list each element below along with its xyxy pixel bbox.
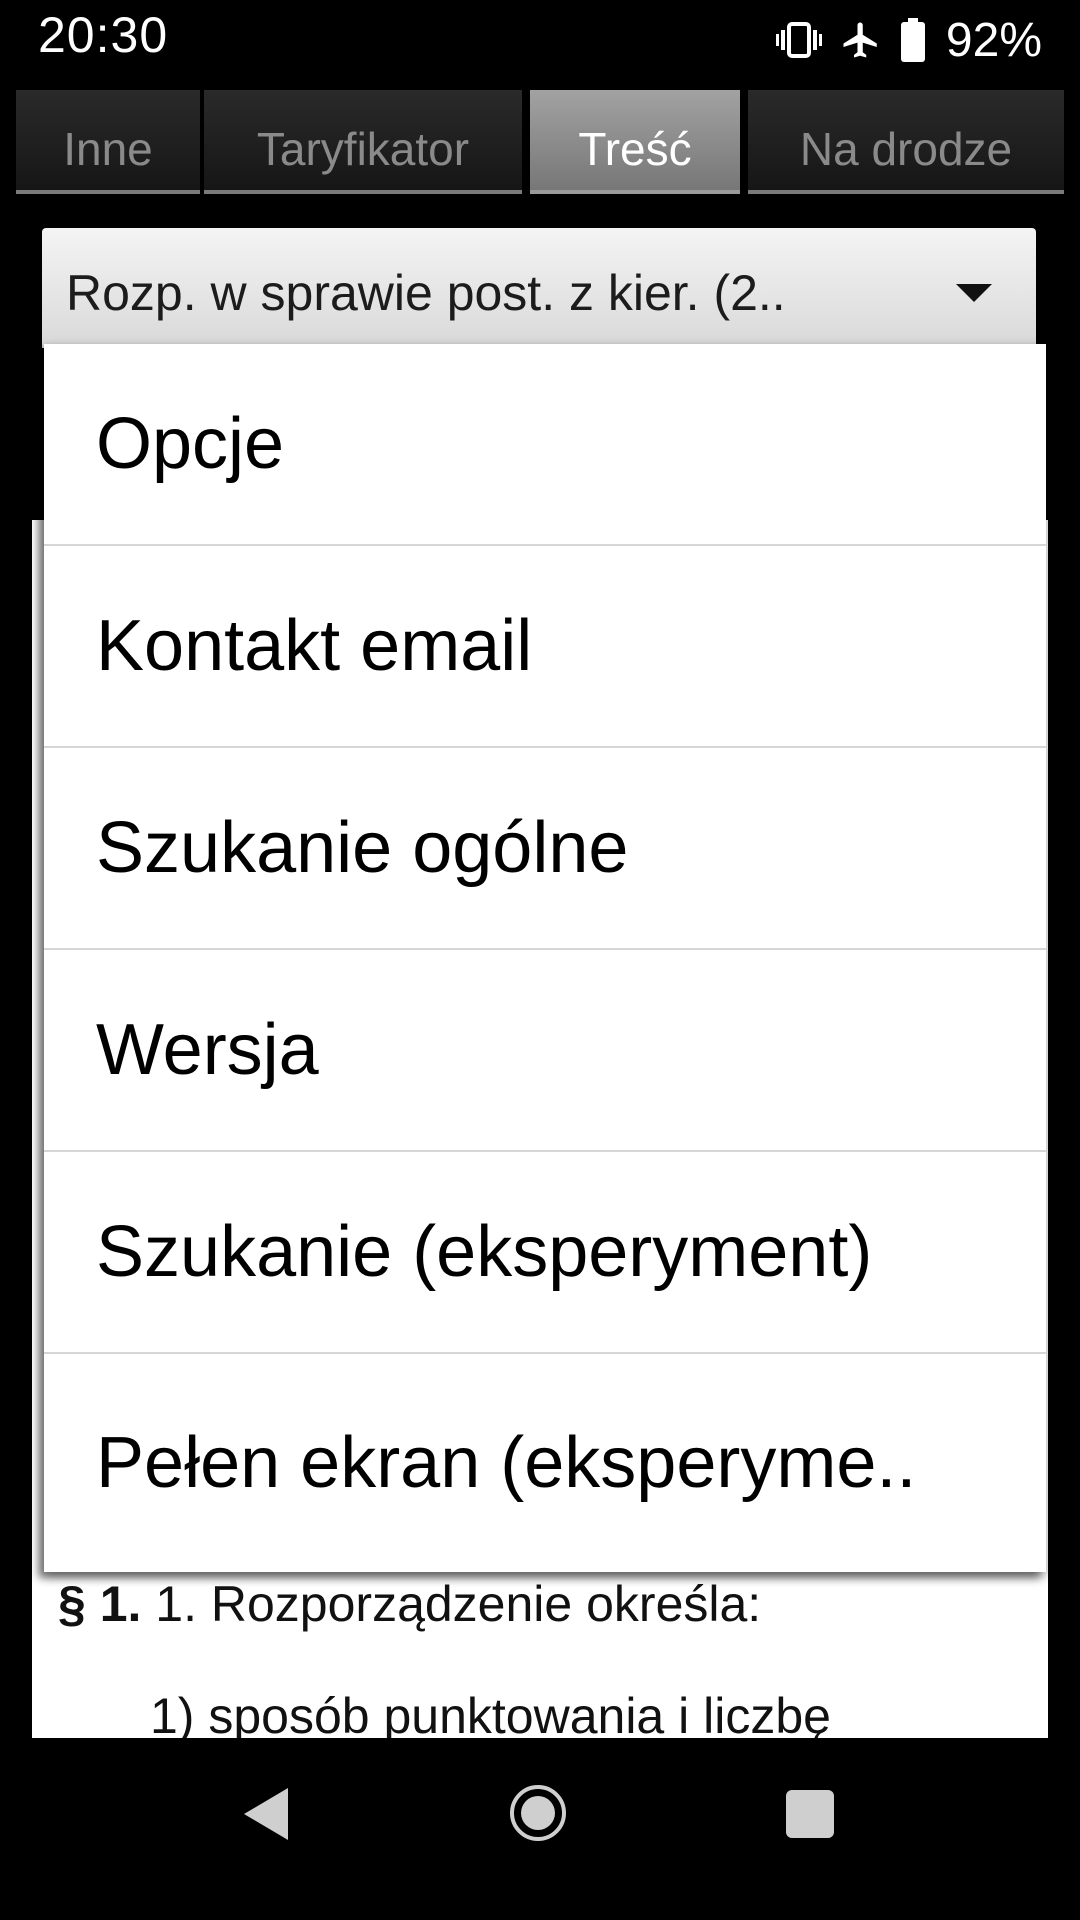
home-icon[interactable] [510, 1785, 566, 1841]
menu-item-wersja[interactable]: Wersja [44, 950, 1046, 1152]
menu-item-szukanie-ogolne[interactable]: Szukanie ogólne [44, 748, 1046, 950]
status-icons: 92% [775, 12, 1042, 68]
document-spinner[interactable]: Rozp. w sprawie post. z kier. (2.. [42, 228, 1036, 348]
status-time: 20:30 [38, 7, 169, 63]
menu-item-pelen-ekran[interactable]: Pełen ekran (eksperyme.. [44, 1354, 1046, 1572]
menu-item-kontakt-email[interactable]: Kontakt email [44, 546, 1046, 748]
vibrate-icon [775, 20, 822, 60]
content-line-1-text: 1. Rozporządzenie określa: [141, 1576, 762, 1632]
section-marker: § 1. [58, 1576, 142, 1632]
dropdown-arrow-icon [956, 284, 992, 302]
status-bar: 20:30 92% [0, 0, 1080, 80]
tab-bar: Inne Taryfikator Treść Na drodze [16, 90, 1064, 204]
menu-item-opcje[interactable]: Opcje [44, 344, 1046, 546]
battery-percent: 92% [945, 13, 1042, 67]
screen: 20:30 92% Inne Taryfikator Treść Na drod… [0, 0, 1080, 1920]
options-menu: Opcje Kontakt email Szukanie ogólne Wers… [44, 344, 1046, 1572]
menu-item-szukanie-eksperyment[interactable]: Szukanie (eksperyment) [44, 1152, 1046, 1354]
navigation-bar [0, 1738, 1080, 1920]
content-line-2: 1) sposób punktowania i liczbę [150, 1688, 831, 1738]
airplane-mode-icon [840, 19, 882, 61]
back-icon[interactable] [244, 1788, 288, 1840]
tab-na-drodze[interactable]: Na drodze [748, 90, 1064, 194]
tab-tresc[interactable]: Treść [530, 90, 740, 194]
tab-taryfikator[interactable]: Taryfikator [204, 90, 522, 194]
battery-icon [900, 18, 926, 62]
tab-inne[interactable]: Inne [16, 90, 200, 194]
content-paragraph-1: § 1. 1. Rozporządzenie określa: [58, 1575, 761, 1633]
recents-icon[interactable] [786, 1790, 834, 1838]
spinner-selected-text: Rozp. w sprawie post. z kier. (2.. [66, 265, 786, 321]
